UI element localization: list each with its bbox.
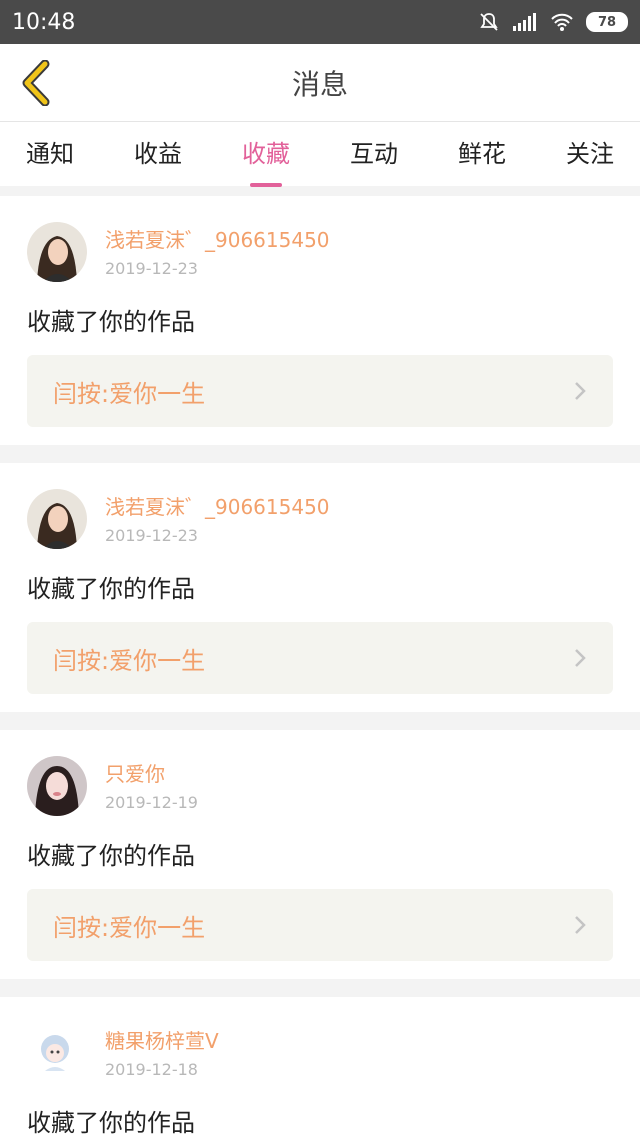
work-title: 闫按:爱你一生 — [53, 913, 206, 942]
chevron-right-icon — [575, 916, 586, 934]
mute-bell-icon — [480, 13, 498, 31]
work-title: 闫按:爱你一生 — [53, 379, 206, 408]
post-date: 2019-12-23 — [105, 259, 198, 278]
work-link[interactable]: 闫按:爱你一生 — [27, 889, 613, 961]
user-row: 浅若夏沫゛_906615450 2019-12-23 — [27, 222, 613, 282]
user-row: 糖果杨梓萱V 2019-12-18 — [27, 1023, 613, 1083]
list-item: 浅若夏沫゛_906615450 2019-12-23 收藏了你的作品 闫按:爱你… — [0, 463, 640, 712]
chevron-left-icon — [22, 60, 50, 106]
user-name[interactable]: 浅若夏沫゛_906615450 — [105, 224, 330, 253]
avatar[interactable] — [27, 489, 87, 549]
action-text: 收藏了你的作品 — [27, 1109, 195, 1137]
back-button[interactable] — [14, 56, 58, 110]
battery-indicator: 78 — [586, 12, 628, 32]
tab-favorites[interactable]: 收藏 — [242, 134, 290, 187]
avatar[interactable] — [27, 222, 87, 282]
user-meta: 浅若夏沫゛_906615450 2019-12-23 — [105, 489, 330, 545]
user-meta: 浅若夏沫゛_906615450 2019-12-23 — [105, 222, 330, 278]
user-meta: 只爱你 2019-12-19 — [105, 756, 198, 812]
tab-follows[interactable]: 关注 — [566, 134, 614, 175]
status-time: 10:48 — [12, 9, 76, 35]
tab-earnings[interactable]: 收益 — [134, 134, 182, 175]
status-bar: 10:48 78 — [0, 0, 640, 44]
work-link[interactable]: 闫按:爱你一生 — [27, 622, 613, 694]
user-name[interactable]: 只爱你 — [105, 758, 198, 787]
tab-interactions[interactable]: 互动 — [350, 134, 398, 175]
work-title: 闫按:爱你一生 — [53, 646, 206, 675]
page-title: 消息 — [291, 67, 348, 101]
tab-bar: 通知 收益 收藏 互动 鲜花 关注 — [0, 122, 640, 187]
post-date: 2019-12-23 — [105, 526, 198, 545]
post-date: 2019-12-18 — [105, 1060, 198, 1079]
user-row: 只爱你 2019-12-19 — [27, 756, 613, 816]
action-text: 收藏了你的作品 — [27, 842, 195, 870]
avatar[interactable] — [27, 756, 87, 816]
user-row: 浅若夏沫゛_906615450 2019-12-23 — [27, 489, 613, 549]
chevron-right-icon — [575, 382, 586, 400]
action-text: 收藏了你的作品 — [27, 575, 195, 603]
list-item: 糖果杨梓萱V 2019-12-18 收藏了你的作品 — [0, 997, 640, 1138]
user-meta: 糖果杨梓萱V 2019-12-18 — [105, 1023, 219, 1079]
signal-icon — [513, 13, 536, 31]
tab-flowers[interactable]: 鲜花 — [458, 134, 506, 175]
status-icons: 78 — [478, 11, 628, 33]
wifi-icon — [551, 13, 573, 31]
action-text: 收藏了你的作品 — [27, 308, 195, 336]
post-date: 2019-12-19 — [105, 793, 198, 812]
list-item: 只爱你 2019-12-19 收藏了你的作品 闫按:爱你一生 — [0, 730, 640, 979]
user-name[interactable]: 浅若夏沫゛_906615450 — [105, 491, 330, 520]
list-item: 浅若夏沫゛_906615450 2019-12-23 收藏了你的作品 闫按:爱你… — [0, 196, 640, 445]
user-name[interactable]: 糖果杨梓萱V — [105, 1025, 219, 1054]
tab-notifications[interactable]: 通知 — [26, 134, 74, 175]
app-header: 消息 — [0, 44, 640, 122]
chevron-right-icon — [575, 649, 586, 667]
work-link[interactable]: 闫按:爱你一生 — [27, 355, 613, 427]
avatar[interactable] — [27, 1023, 87, 1083]
message-list: 浅若夏沫゛_906615450 2019-12-23 收藏了你的作品 闫按:爱你… — [0, 196, 640, 1138]
